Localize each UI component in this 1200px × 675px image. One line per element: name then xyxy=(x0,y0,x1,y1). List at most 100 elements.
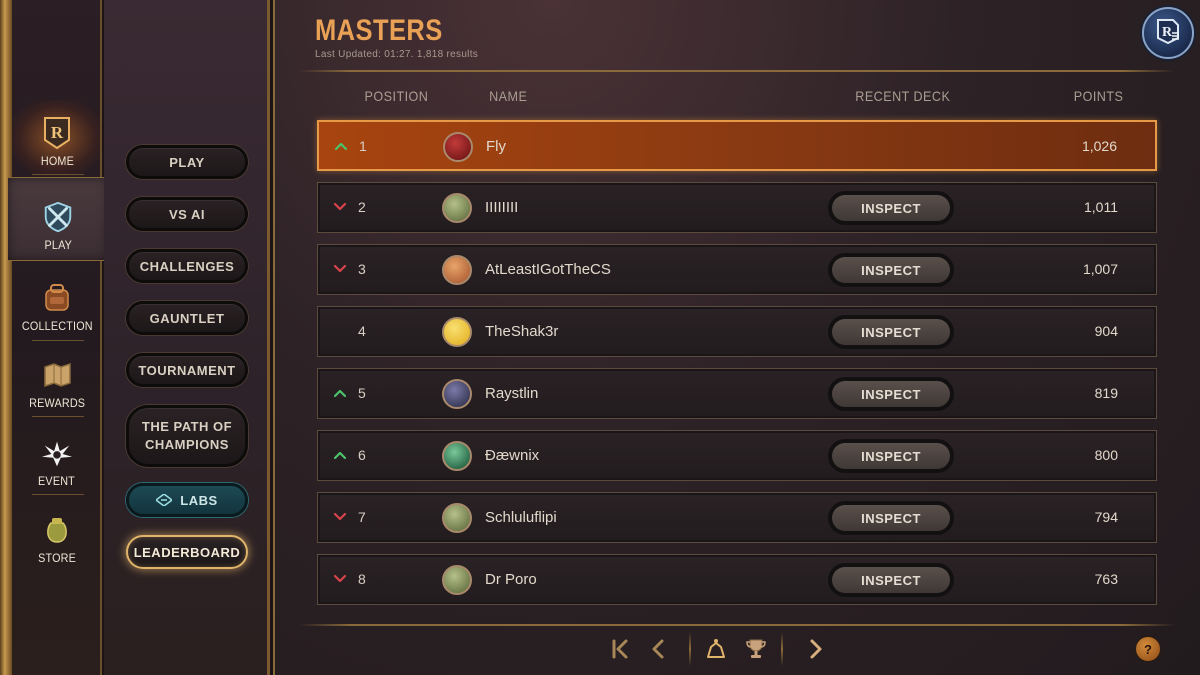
nav-label-play: PLAY xyxy=(44,238,72,252)
player-avatar-icon xyxy=(442,193,472,223)
leaderboard-button[interactable]: LEADERBOARD xyxy=(126,535,248,569)
nav-divider xyxy=(32,174,84,175)
rank-down-arrow-icon xyxy=(334,512,346,521)
nav-divider xyxy=(32,416,84,417)
nav-item-store[interactable]: STORE xyxy=(12,497,102,573)
labs-button[interactable]: LABS xyxy=(126,483,248,517)
nav-item-event[interactable]: EVENT xyxy=(12,420,102,496)
svg-text:R: R xyxy=(51,123,64,142)
profile-button[interactable]: R xyxy=(1142,7,1194,59)
player-rank-icon xyxy=(707,639,725,658)
top-players-button[interactable] xyxy=(741,634,771,664)
chevron-right-icon xyxy=(810,639,822,659)
leaderboard-panel: MASTERS Last Updated: 01:27. 1,818 resul… xyxy=(273,0,1200,675)
table-row[interactable]: 5 Raystlin INSPECT 819 xyxy=(317,368,1157,419)
rank-up-arrow-icon xyxy=(334,389,346,398)
table-row[interactable]: 1 Fly 1,026 xyxy=(317,120,1157,171)
player-avatar-icon xyxy=(442,503,472,533)
play-submenu: PLAY VS AI CHALLENGES GAUNTLET TOURNAMEN… xyxy=(104,0,270,675)
points-value: 819 xyxy=(1094,385,1118,401)
player-avatar-icon xyxy=(443,132,473,162)
table-row[interactable]: 2 IIIIIIII INSPECT 1,011 xyxy=(317,182,1157,233)
points-value: 800 xyxy=(1094,447,1118,463)
player-name: Fly xyxy=(486,138,506,155)
position-value: 2 xyxy=(358,199,366,215)
labs-flask-icon xyxy=(155,493,174,507)
inspect-label: INSPECT xyxy=(832,443,950,469)
labs-label: LABS xyxy=(180,492,218,508)
inspect-label: INSPECT xyxy=(832,195,950,221)
inspect-deck-button[interactable]: INSPECT xyxy=(828,191,954,225)
inspect-deck-button[interactable]: INSPECT xyxy=(828,501,954,535)
nav-item-home[interactable]: R HOME xyxy=(12,100,102,176)
tournament-button[interactable]: TOURNAMENT xyxy=(126,353,248,387)
skip-to-first-icon xyxy=(612,639,628,659)
first-page-button[interactable] xyxy=(605,634,635,664)
trophy-icon xyxy=(746,639,766,658)
nav-label-home: HOME xyxy=(40,154,74,168)
position-value: 5 xyxy=(358,385,366,401)
vs-ai-button[interactable]: VS AI xyxy=(126,197,248,231)
path-of-champions-button[interactable]: THE PATH OF CHAMPIONS xyxy=(126,405,248,467)
nav-divider xyxy=(32,494,84,495)
nav-label-rewards: REWARDS xyxy=(28,396,86,410)
play-crossed-swords-icon xyxy=(41,200,75,234)
help-button[interactable]: ? xyxy=(1135,636,1161,662)
player-avatar-icon xyxy=(442,565,472,595)
player-name: TheShak3r xyxy=(485,323,559,340)
last-updated-text: Last Updated: 01:27. 1,818 results xyxy=(315,49,479,60)
column-header-position: POSITION xyxy=(364,88,429,104)
position-value: 4 xyxy=(358,323,366,339)
table-row[interactable]: 7 Schluluflipi INSPECT 794 xyxy=(317,492,1157,543)
position-value: 1 xyxy=(359,138,367,154)
table-row[interactable]: 8 Dr Poro INSPECT 763 xyxy=(317,554,1157,605)
event-burst-icon xyxy=(40,436,74,470)
player-name: Schluluflipi xyxy=(485,509,557,526)
points-value: 763 xyxy=(1094,571,1118,587)
nav-label-store: STORE xyxy=(38,551,76,565)
inspect-label: INSPECT xyxy=(832,505,950,531)
footer-divider xyxy=(299,624,1175,626)
nav-item-collection[interactable]: COLLECTION xyxy=(12,265,102,341)
points-value: 904 xyxy=(1094,323,1118,339)
column-header-name: NAME xyxy=(489,88,528,104)
page-title: MASTERS xyxy=(315,14,443,47)
nav-item-play[interactable]: PLAY xyxy=(8,177,108,261)
rank-down-arrow-icon xyxy=(334,264,346,273)
inspect-label: INSPECT xyxy=(832,319,950,345)
table-row[interactable]: 6 Đæwnix INSPECT 800 xyxy=(317,430,1157,481)
gauntlet-button[interactable]: GAUNTLET xyxy=(126,301,248,335)
inspect-deck-button[interactable]: INSPECT xyxy=(828,439,954,473)
points-value: 1,007 xyxy=(1082,261,1118,277)
pager-divider xyxy=(689,632,691,666)
rank-up-arrow-icon xyxy=(334,451,346,460)
next-page-button[interactable] xyxy=(801,634,831,664)
column-header-points: POINTS xyxy=(1073,88,1124,104)
table-row[interactable]: 4 TheShak3r INSPECT 904 xyxy=(317,306,1157,357)
header-divider xyxy=(299,70,1175,72)
inspect-deck-button[interactable]: INSPECT xyxy=(828,315,954,349)
nav-item-rewards[interactable]: REWARDS xyxy=(12,342,102,418)
table-row[interactable]: 3 AtLeastIGotTheCS INSPECT 1,007 xyxy=(317,244,1157,295)
pagination-bar xyxy=(275,630,1200,670)
inspect-deck-button[interactable]: INSPECT xyxy=(828,377,954,411)
rank-down-arrow-icon xyxy=(334,574,346,583)
pager-divider xyxy=(781,632,783,666)
rank-down-arrow-icon xyxy=(334,202,346,211)
position-value: 6 xyxy=(358,447,366,463)
nav-divider xyxy=(32,340,84,341)
profile-emblem-icon: R xyxy=(1153,16,1183,51)
inspect-deck-button[interactable]: INSPECT xyxy=(828,563,954,597)
my-rank-button[interactable] xyxy=(701,634,731,664)
player-name: Dr Poro xyxy=(485,571,537,588)
previous-page-button[interactable] xyxy=(643,634,673,664)
chevron-left-icon xyxy=(652,639,664,659)
inspect-deck-button[interactable]: INSPECT xyxy=(828,253,954,287)
player-avatar-icon xyxy=(442,441,472,471)
player-avatar-icon xyxy=(442,255,472,285)
play-button[interactable]: PLAY xyxy=(126,145,248,179)
challenges-button[interactable]: CHALLENGES xyxy=(126,249,248,283)
column-header-recent-deck: RECENT DECK xyxy=(855,88,951,104)
player-avatar-icon xyxy=(442,317,472,347)
coin-bag-icon xyxy=(40,513,74,547)
